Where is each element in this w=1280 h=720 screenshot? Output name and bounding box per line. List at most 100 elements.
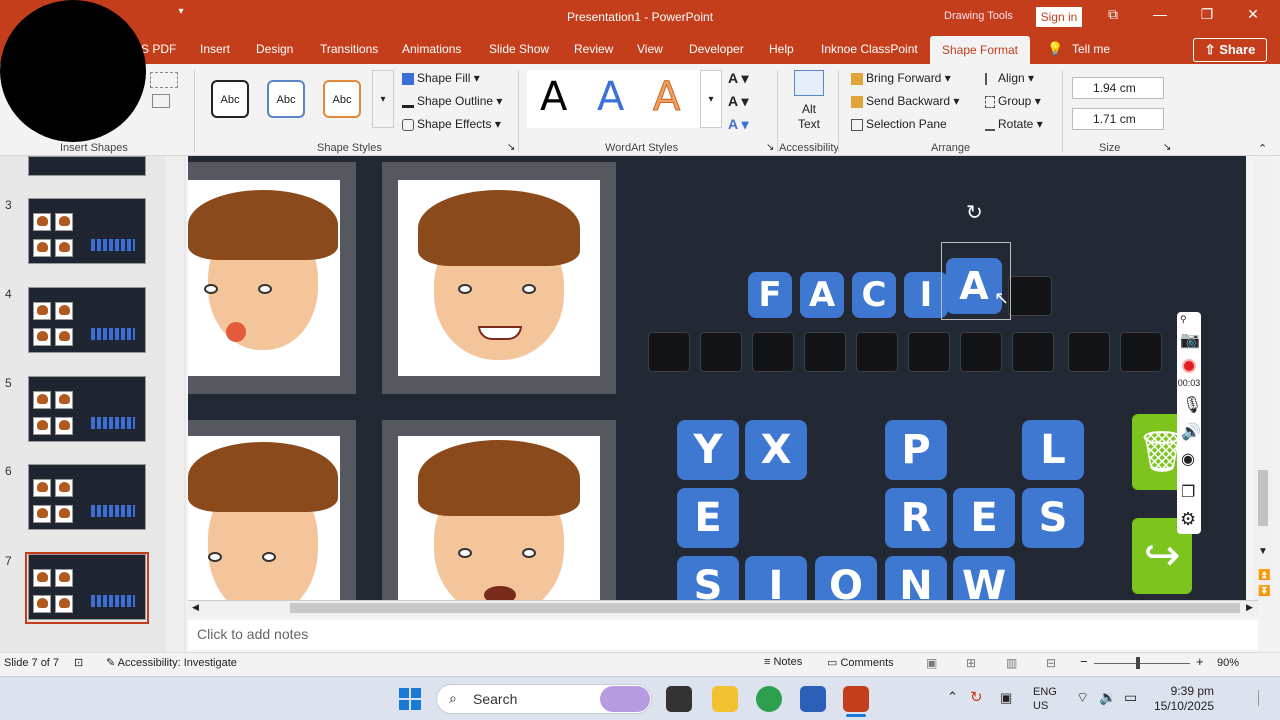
bring-forward-button[interactable]: Bring Forward ▾ (851, 71, 951, 85)
tab-help[interactable]: Help (769, 42, 794, 56)
thumbnail-scrollbar[interactable] (166, 156, 184, 652)
scroll-right-icon[interactable]: ▶ (1246, 602, 1253, 613)
minimize-icon[interactable]: — (1145, 6, 1175, 28)
file-explorer-icon[interactable] (712, 686, 738, 712)
slideshow-view-icon[interactable]: ⊟ (1046, 656, 1056, 670)
show-hidden-icons-icon[interactable]: ⌃ (947, 689, 958, 705)
windows-start-icon[interactable] (399, 688, 421, 710)
rotate-handle-icon[interactable]: ↻ (966, 200, 983, 225)
alt-text-button[interactable]: Alt Text (784, 102, 834, 132)
shape-width-input[interactable]: 1.71 cm (1072, 108, 1164, 130)
webcam-icon[interactable]: ◉ (1181, 449, 1195, 469)
letter-tile[interactable]: N (885, 556, 947, 600)
shape-style-black[interactable]: Abc (211, 80, 249, 118)
language-indicator[interactable]: ENG US (1033, 685, 1057, 713)
face-photo-frame[interactable] (188, 162, 356, 394)
letter-tile[interactable]: P (885, 420, 947, 480)
letter-tile[interactable]: E (953, 488, 1015, 548)
text-outline-icon[interactable]: A ▾ (728, 93, 749, 110)
lightbulb-icon[interactable]: 💡 (1047, 41, 1063, 57)
previous-slide-icon[interactable]: ⏫ (1258, 570, 1270, 581)
zoom-in-icon[interactable]: + (1196, 654, 1204, 669)
show-desktop-button[interactable] (1258, 690, 1266, 706)
slide-thumbnail[interactable] (28, 376, 146, 442)
tab-design[interactable]: Design (256, 42, 293, 56)
powerpoint-icon[interactable] (843, 686, 869, 712)
screens-icon[interactable]: ❐ (1181, 482, 1195, 502)
record-icon[interactable] (1182, 359, 1196, 373)
face-photo-frame[interactable] (382, 162, 616, 394)
zoom-slider-track[interactable] (1094, 663, 1190, 664)
settings-gear-icon[interactable]: ⚙ (1180, 509, 1196, 530)
customize-qat-icon[interactable]: ▾ (166, 6, 196, 28)
shape-effects-button[interactable]: Shape Effects ▾ (402, 117, 501, 131)
tab-slide-show[interactable]: Slide Show (489, 42, 549, 56)
reading-view-icon[interactable]: ▥ (1006, 656, 1017, 670)
vertical-scrollbar[interactable] (1254, 156, 1272, 600)
accessibility-status-button[interactable]: ✎ Accessibility: Investigate (106, 656, 237, 669)
shape-styles-more-icon[interactable]: ▾ (372, 70, 394, 128)
dialog-launcher-icon[interactable]: ↘ (1163, 142, 1171, 153)
tab-shape-format[interactable]: Shape Format (930, 36, 1030, 64)
selection-pane-button[interactable]: Selection Pane (851, 117, 947, 131)
answer-tile[interactable]: C (852, 272, 896, 318)
normal-view-icon[interactable]: ▣ (926, 656, 937, 670)
scroll-left-icon[interactable]: ◀ (192, 602, 199, 613)
tab-pdf[interactable]: S PDF (141, 42, 176, 56)
clock[interactable]: 9:39 pm 15/10/2025 (1150, 684, 1214, 714)
horizontal-scroll-thumb[interactable] (290, 603, 1240, 613)
link-icon[interactable]: ⚲ (1180, 314, 1187, 325)
text-effects-icon[interactable]: A ▾ (728, 116, 749, 133)
text-box-icon[interactable] (152, 94, 170, 108)
letter-tile[interactable]: L (1022, 420, 1084, 480)
tab-animations[interactable]: Animations (402, 42, 461, 56)
tab-transitions[interactable]: Transitions (320, 42, 378, 56)
battery-icon[interactable]: ▭ (1124, 689, 1137, 706)
shape-fill-button[interactable]: Shape Fill ▾ (402, 71, 480, 85)
dialog-launcher-icon[interactable]: ↘ (507, 142, 515, 153)
letter-tile[interactable]: S (1022, 488, 1084, 548)
speaker-icon[interactable]: 🔊 (1181, 422, 1201, 442)
word-icon[interactable] (800, 686, 826, 712)
meet-icon[interactable]: ▣ (1000, 690, 1012, 706)
camera-icon[interactable]: 📷 (1180, 330, 1200, 350)
zoom-slider-thumb[interactable] (1136, 657, 1140, 669)
ribbon-display-icon[interactable]: ⧉ (1098, 6, 1128, 28)
sign-in-button[interactable]: Sign in (1036, 7, 1082, 27)
face-photo-frame[interactable] (382, 420, 616, 600)
alt-text-icon[interactable] (794, 70, 824, 96)
letter-tile[interactable]: R (885, 488, 947, 548)
slide-thumbnail[interactable] (28, 156, 146, 176)
send-backward-button[interactable]: Send Backward ▾ (851, 94, 959, 108)
tab-view[interactable]: View (637, 42, 663, 56)
shape-outline-button[interactable]: Shape Outline ▾ (402, 94, 502, 108)
slide-thumbnail[interactable] (28, 464, 146, 530)
shape-style-orange[interactable]: Abc (323, 80, 361, 118)
letter-tile[interactable]: W (953, 556, 1015, 600)
microphone-icon[interactable]: 🎙 (1182, 395, 1202, 415)
wordart-more-icon[interactable]: ▾ (700, 70, 722, 128)
letter-tile[interactable]: X (745, 420, 807, 480)
slide-sorter-icon[interactable]: ⊞ (966, 656, 976, 670)
tab-developer[interactable]: Developer (689, 42, 744, 56)
letter-tile[interactable]: Y (677, 420, 739, 480)
share-button[interactable]: ⇧ Share (1193, 38, 1267, 62)
zoom-out-icon[interactable]: − (1080, 654, 1088, 669)
chrome-icon[interactable] (756, 686, 782, 712)
letter-tile[interactable]: E (677, 488, 739, 548)
dialog-launcher-icon[interactable]: ↘ (766, 142, 774, 153)
edit-shape-icon[interactable] (150, 72, 178, 88)
answer-tile[interactable]: A (800, 272, 844, 318)
tab-inknoe-classpoint[interactable]: Inknoe ClassPoint (821, 42, 918, 56)
align-button[interactable]: Align ▾ (985, 71, 1034, 85)
shape-style-blue[interactable]: Abc (267, 80, 305, 118)
sync-icon[interactable]: ↻ (970, 688, 983, 706)
shape-height-input[interactable]: 1.94 cm (1072, 77, 1164, 99)
letter-tile[interactable]: I (745, 556, 807, 600)
wifi-icon[interactable]: ⌔ (1076, 689, 1089, 707)
scroll-down-icon[interactable]: ▼ (1258, 546, 1268, 557)
restore-icon[interactable]: ❐ (1192, 6, 1222, 28)
wordart-style-blue[interactable]: A (597, 74, 624, 120)
volume-icon[interactable]: 🔉 (1099, 689, 1116, 706)
rotate-button[interactable]: Rotate ▾ (985, 117, 1043, 131)
